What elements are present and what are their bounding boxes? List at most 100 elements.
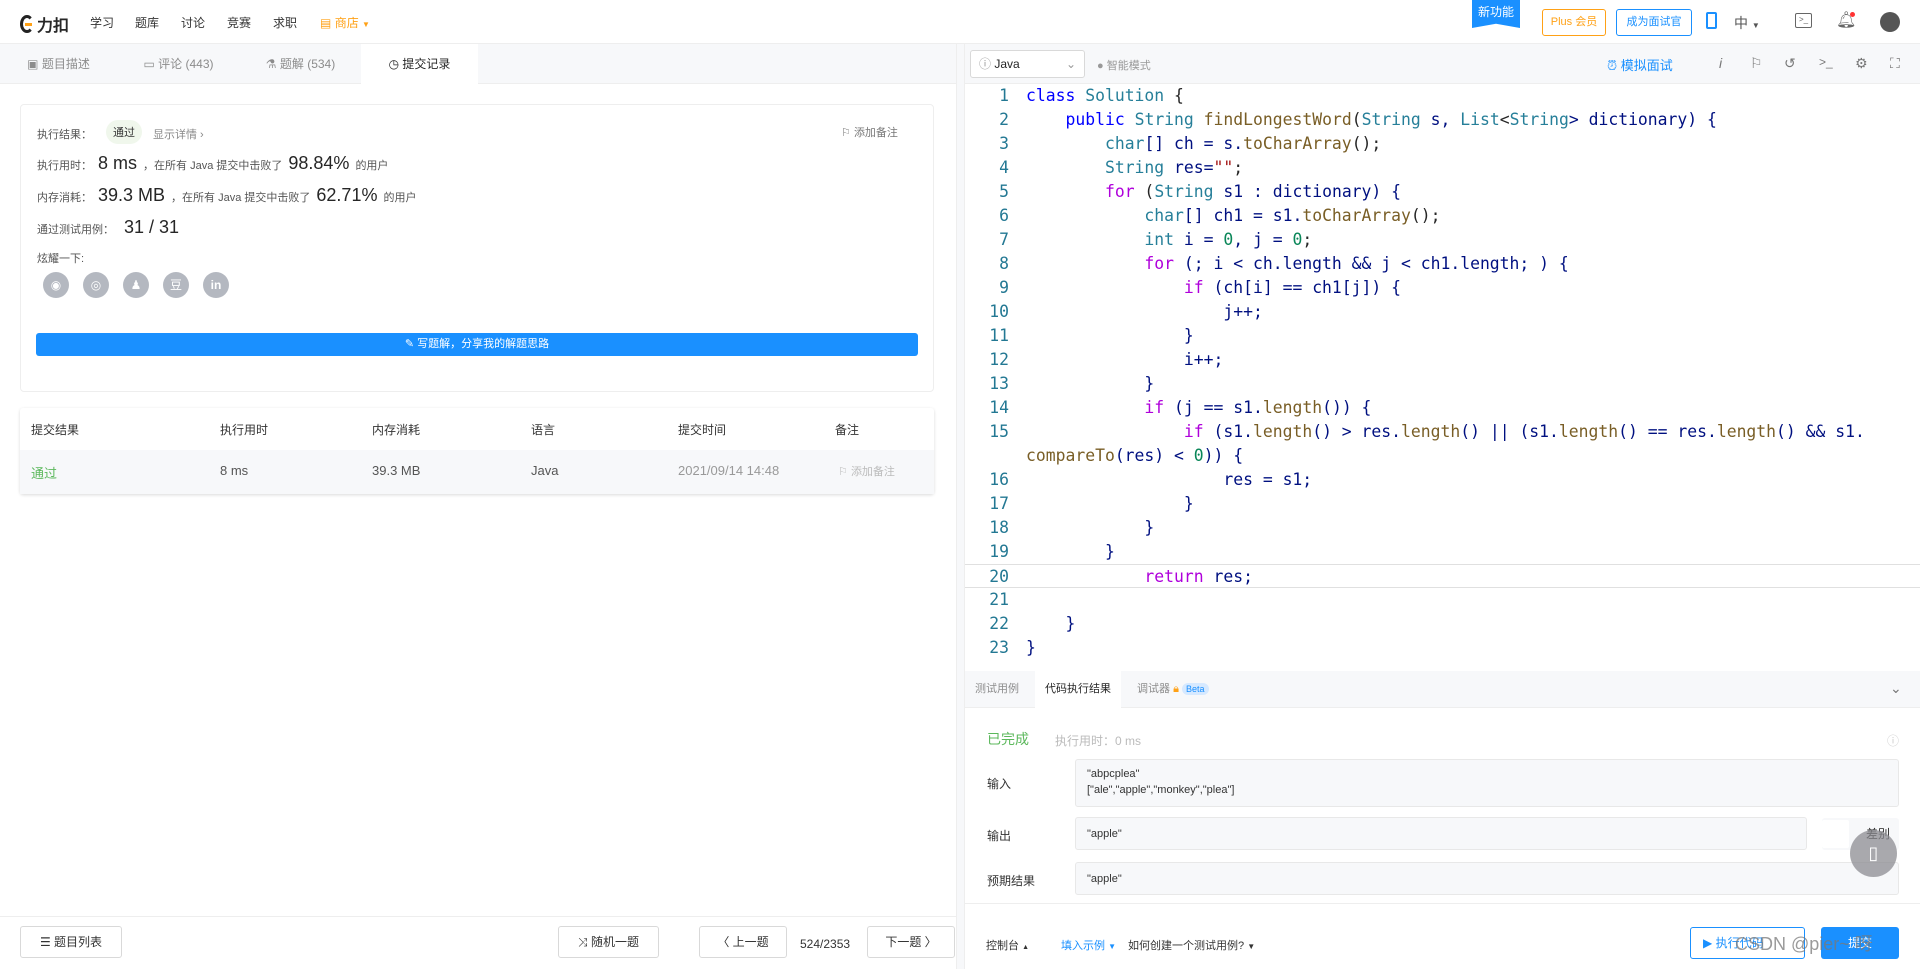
tab-solutions[interactable]: ⚗ 题解 (534) <box>240 44 361 84</box>
code-line[interactable]: 7 int i = 0, j = 0; <box>965 228 1920 252</box>
code-line[interactable]: 16 res = s1; <box>965 468 1920 492</box>
language-label: 中 <box>1734 15 1748 31</box>
code-editor[interactable]: 1 class Solution {2 public String findLon… <box>965 84 1920 671</box>
become-interviewer-button[interactable]: 成为面试官 <box>1616 9 1692 36</box>
code-token: for <box>1144 254 1175 273</box>
col-header-time: 提交时间 <box>678 423 727 437</box>
tab-testcase[interactable]: 测试用例 <box>965 671 1029 708</box>
problem-list-button[interactable]: ☰ 题目列表 <box>20 926 122 958</box>
info-icon[interactable]: i <box>1719 55 1722 71</box>
reset-icon[interactable]: ↺ <box>1784 55 1796 72</box>
code-line[interactable]: 20 return res; <box>965 564 1920 588</box>
code-line[interactable]: 9 if (ch[i] == ch1[j]) { <box>965 276 1920 300</box>
line-number: 12 <box>989 350 1009 369</box>
code-line[interactable]: 18 } <box>965 516 1920 540</box>
floating-notes-icon[interactable]: ▯ <box>1850 830 1897 877</box>
mobile-icon[interactable] <box>1706 12 1717 29</box>
code-line[interactable]: 12 i++; <box>965 348 1920 372</box>
alarm-clock-icon: ⏰︎ <box>1607 58 1618 73</box>
left-tabs: ▣ 题目描述 ▭ 评论 (443) ⚗ 题解 (534) ◷ 提交记录 <box>0 44 956 84</box>
row-result-link[interactable]: 通过 <box>31 463 57 482</box>
code-token: length <box>1558 422 1619 441</box>
language-select[interactable]: ⓘ Java ⌄ <box>970 50 1085 78</box>
code-line[interactable]: 17 } <box>965 492 1920 516</box>
table-row[interactable] <box>20 450 934 494</box>
panel-resize-handle[interactable] <box>956 44 965 969</box>
runtime-percentile: 98.84% <box>288 153 350 173</box>
code-token: > dictionary) { <box>1568 110 1717 129</box>
add-note-label: 添加备注 <box>853 127 898 139</box>
prev-problem-button[interactable]: 〈 上一题 <box>699 926 787 958</box>
flag-icon[interactable]: ⚐ <box>1750 55 1763 72</box>
wechat-icon[interactable]: ◉ <box>43 272 69 298</box>
code-line[interactable]: 11 } <box>965 324 1920 348</box>
tab-comments[interactable]: ▭ 评论 (443) <box>117 44 240 84</box>
code-line[interactable]: 21 <box>965 588 1920 612</box>
diff-toggle[interactable] <box>1822 820 1849 848</box>
code-line[interactable]: 23} <box>965 636 1920 660</box>
language-switch[interactable]: 中 ▼ <box>1734 13 1760 33</box>
caret-down-icon: ▼ <box>1751 21 1760 30</box>
nav-problems[interactable]: 题库 <box>135 14 159 31</box>
terminal-icon[interactable]: >_ <box>1819 55 1833 69</box>
code-line[interactable]: 3 char[] ch = s.toCharArray(); <box>965 132 1920 156</box>
collapse-chevron-icon[interactable]: ⌄ <box>1890 680 1902 697</box>
caret-up-icon: ▲ <box>1022 944 1029 951</box>
console-toggle[interactable]: 控制台 ▲ <box>986 937 1029 953</box>
tab-run-result[interactable]: 代码执行结果 <box>1035 671 1121 708</box>
code-token: String <box>1134 110 1194 129</box>
linkedin-icon[interactable]: in <box>203 272 229 298</box>
memory-text: ，在所有 Java 提交中击败了 <box>171 192 311 204</box>
code-line[interactable]: 4 String res=""; <box>965 156 1920 180</box>
douban-icon[interactable]: 豆 <box>163 272 189 298</box>
code-line[interactable]: 1 class Solution { <box>965 84 1920 108</box>
add-note-button[interactable]: ⚐ 添加备注 <box>841 124 898 140</box>
code-line[interactable]: 19 } <box>965 540 1920 564</box>
playground-icon[interactable]: >_ <box>1795 13 1812 28</box>
code-line[interactable]: 5 for (String s1 : dictionary) { <box>965 180 1920 204</box>
new-feature-badge[interactable]: 新功能 <box>1472 0 1520 28</box>
tab-debugger[interactable]: 调试器 🔒︎ Beta <box>1127 671 1219 708</box>
code-line[interactable]: 10 j++; <box>965 300 1920 324</box>
code-line[interactable]: 22 } <box>965 612 1920 636</box>
row-language: Java <box>531 463 559 478</box>
fullscreen-icon[interactable]: ⛶ <box>1890 55 1900 72</box>
code-text: } <box>1026 540 1115 564</box>
code-line[interactable]: compareTo(res) < 0)) { <box>965 444 1920 468</box>
tab-description[interactable]: ▣ 题目描述 <box>0 44 117 84</box>
avatar[interactable] <box>1880 12 1900 32</box>
code-token: length <box>1262 398 1323 417</box>
logo[interactable]: 力扣 <box>20 12 69 36</box>
nav-jobs[interactable]: 求职 <box>273 14 297 31</box>
nav-shop[interactable]: ▤ 商店 ▼ <box>320 14 370 31</box>
smart-mode-toggle[interactable]: ● 智能模式 <box>1097 57 1151 73</box>
nav-contest[interactable]: 竞赛 <box>227 14 251 31</box>
how-to-create-testcase-link[interactable]: 如何创建一个测试用例? ▼ <box>1128 937 1255 953</box>
tab-submissions[interactable]: ◷ 提交记录 <box>361 44 478 84</box>
code-line[interactable]: 2 public String findLongestWord(String s… <box>965 108 1920 132</box>
plus-member-button[interactable]: Plus 会员 <box>1542 9 1606 36</box>
help-icon[interactable]: ⓘ <box>1887 732 1899 749</box>
mock-interview-button[interactable]: ⏰︎ 模拟面试 <box>1607 55 1673 74</box>
write-solution-button[interactable]: ✎ 写题解，分享我的解题思路 <box>36 333 918 356</box>
code-line[interactable]: 6 char[] ch1 = s1.toCharArray(); <box>965 204 1920 228</box>
code-token: toCharArray <box>1302 206 1411 225</box>
fill-example-button[interactable]: 填入示例 ▼ <box>1061 937 1116 953</box>
random-problem-button[interactable]: ⤨ 随机一题 <box>558 926 659 958</box>
exec-result-label: 执行结果： <box>37 129 92 141</box>
weibo-icon[interactable]: ◎ <box>83 272 109 298</box>
settings-icon[interactable]: ⚙ <box>1855 55 1868 72</box>
row-add-note-button[interactable]: ⚐ 添加备注 <box>838 463 895 479</box>
qq-icon[interactable]: ♟ <box>123 272 149 298</box>
shop-label: 商店 <box>334 16 359 30</box>
code-line[interactable]: 8 for (; i < ch.length && j < ch1.length… <box>965 252 1920 276</box>
show-details-link[interactable]: 显示详情 › <box>153 126 204 142</box>
code-text: j++; <box>1026 300 1262 324</box>
code-line[interactable]: 14 if (j == s1.length()) { <box>965 396 1920 420</box>
code-line[interactable]: 13 } <box>965 372 1920 396</box>
nav-learn[interactable]: 学习 <box>90 14 114 31</box>
code-line[interactable]: 15 if (s1.length() > res.length() || (s1… <box>965 420 1920 444</box>
code-text: i++; <box>1026 348 1224 372</box>
next-problem-button[interactable]: 下一题 〉 <box>867 926 955 958</box>
nav-discuss[interactable]: 讨论 <box>181 14 205 31</box>
